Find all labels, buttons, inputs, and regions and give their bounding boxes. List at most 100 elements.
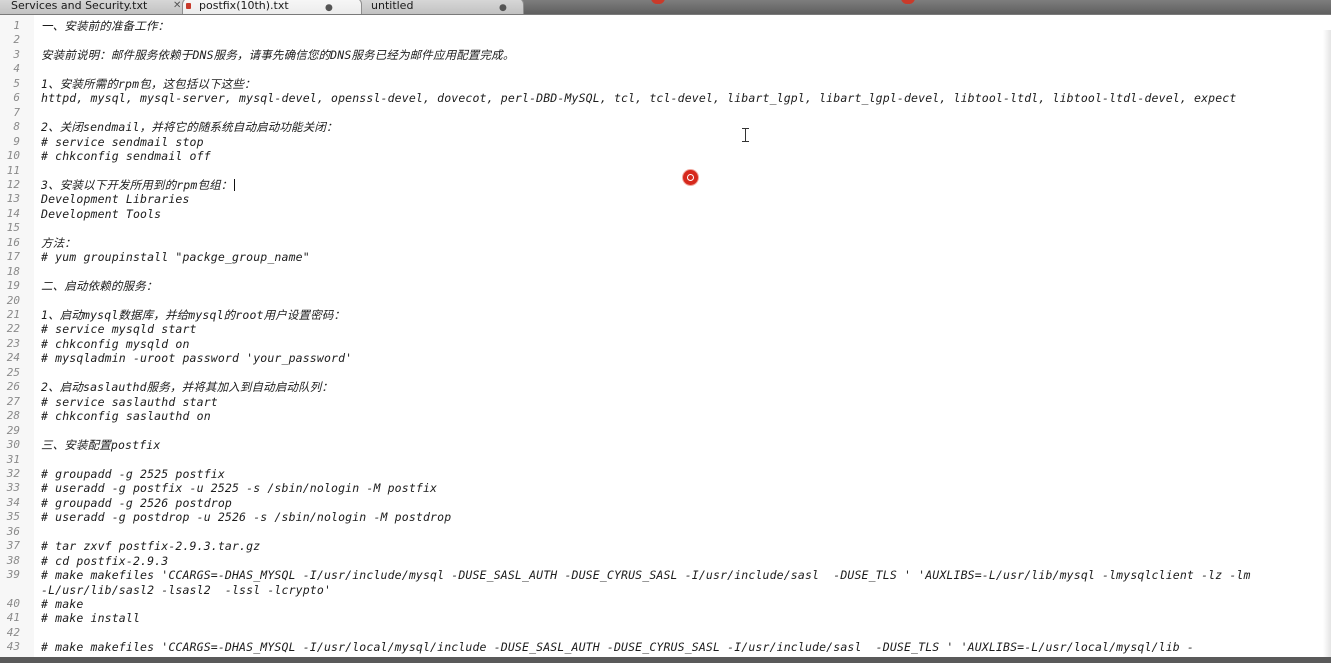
line-text: # make makefiles 'CCARGS=-DHAS_MYSQL -I/… — [41, 568, 1251, 583]
line-text: # cd postfix-2.9.3 — [41, 553, 169, 568]
line-text: -L/usr/lib/sasl2 -lsasl2 -lssl -lcrypto' — [41, 582, 332, 597]
line-text: # useradd -g postdrop -u 2526 -s /sbin/n… — [41, 510, 452, 525]
editor-line[interactable]: 25 — [0, 366, 1331, 381]
line-text: 方法： — [41, 235, 76, 250]
editor-line[interactable]: 26 2、启动saslauthd服务，并将其加入到自动启动队列： — [0, 380, 1331, 395]
editor-line[interactable]: 15 — [0, 221, 1331, 236]
line-text: 2、启动saslauthd服务，并将其加入到自动启动队列： — [41, 380, 334, 395]
tab-untitled[interactable]: untitled ● — [354, 0, 524, 14]
editor-line[interactable]: 16 方法： — [0, 236, 1331, 251]
editor-line[interactable]: 5 1、安装所需的rpm包，这包括以下这些： — [0, 77, 1331, 92]
editor-line[interactable]: 4 — [0, 62, 1331, 77]
ibeam-cursor-icon — [742, 128, 750, 142]
line-text: 三、安装配置postfix — [41, 438, 161, 453]
editor-line[interactable]: 28 # chkconfig saslauthd on — [0, 409, 1331, 424]
line-number: 40 — [6, 597, 20, 610]
line-number: 9 — [13, 134, 20, 148]
editor-line[interactable]: 10 # chkconfig sendmail off — [0, 149, 1331, 164]
text-caret — [234, 178, 236, 191]
line-number: 42 — [6, 625, 20, 639]
line-number: 28 — [6, 409, 20, 423]
line-number: 13 — [6, 192, 20, 206]
editor-line[interactable]: 24 # mysqladmin -uroot password 'your_pas… — [0, 351, 1331, 366]
editor-line[interactable]: 27 # service saslauthd start — [0, 395, 1331, 410]
editor-line[interactable]: 43 # make makefiles 'CCARGS=-DHAS_MYSQL -… — [0, 640, 1331, 655]
tab-services-and-security[interactable]: Services and Security.txt ✕ — [0, 0, 190, 14]
line-number: 38 — [6, 553, 20, 567]
line-text: 一、安装前的准备工作： — [41, 19, 170, 33]
editor-line[interactable]: 38 # cd postfix-2.9.3 — [0, 554, 1331, 569]
line-number: 19 — [6, 279, 20, 293]
line-text: # make — [41, 597, 84, 611]
editor-line[interactable]: 11 — [0, 164, 1331, 179]
editor-line[interactable]: 42 — [0, 626, 1331, 641]
line-text: 3、安装以下开发所用到的rpm包组： — [41, 178, 236, 193]
editor-line[interactable]: 13 Development Libraries — [0, 192, 1331, 207]
editor-line[interactable]: 23 # chkconfig mysqld on — [0, 337, 1331, 352]
line-number: 16 — [6, 235, 20, 249]
line-number: 36 — [6, 524, 20, 538]
record-icon[interactable] — [683, 170, 698, 185]
line-number: 20 — [6, 293, 20, 307]
tab-label: postfix(10th).txt — [199, 0, 289, 12]
editor-line[interactable]: 29 — [0, 424, 1331, 439]
editor-window: Services and Security.txt ✕ postfix(10th… — [0, 0, 1331, 663]
editor-line[interactable]: 34 # groupadd -g 2526 postdrop — [0, 496, 1331, 511]
editor-line[interactable]: 22 # service mysqld start — [0, 322, 1331, 337]
editor-line[interactable]: 40 # make — [0, 597, 1331, 612]
tab-bar-empty-area — [520, 0, 1331, 14]
unsaved-dot-icon[interactable]: ● — [499, 1, 507, 14]
unsaved-dot-icon[interactable]: ● — [325, 1, 333, 14]
line-text: # chkconfig mysqld on — [41, 336, 190, 351]
line-number: 14 — [6, 206, 20, 220]
editor-line[interactable]: 8 2、关闭sendmail，并将它的随系统自动启动功能关闭： — [0, 120, 1331, 135]
editor-line[interactable]: 17 # yum groupinstall "packge_group_name" — [0, 250, 1331, 265]
text-editor[interactable]: 1 一、安装前的准备工作： 2 3 安装前说明：邮件服务依赖于DNS服务，请事先确信您的… — [0, 15, 1331, 657]
editor-line[interactable]: 35 # useradd -g postdrop -u 2526 -s /sbin… — [0, 510, 1331, 525]
line-number: 1 — [13, 19, 20, 32]
editor-line[interactable]: 6 httpd, mysql, mysql-server, mysql-devel… — [0, 91, 1331, 106]
editor-line[interactable]: 41 # make install — [0, 611, 1331, 626]
editor-line[interactable]: 9 # service sendmail stop — [0, 135, 1331, 150]
line-number: 32 — [6, 466, 20, 480]
line-number: 34 — [6, 495, 20, 509]
line-text: httpd, mysql, mysql-server, mysql-devel,… — [41, 91, 1237, 106]
editor-line[interactable]: 30 三、安装配置postfix — [0, 438, 1331, 453]
editor-line[interactable]: 14 Development Tools — [0, 207, 1331, 222]
tab-bar: Services and Security.txt ✕ postfix(10th… — [0, 0, 1331, 15]
editor-line[interactable]: 32 # groupadd -g 2525 postfix — [0, 467, 1331, 482]
editor-line[interactable]: 20 — [0, 294, 1331, 309]
editor-line[interactable]: -L/usr/lib/sasl2 -lsasl2 -lssl -lcrypto' — [0, 583, 1331, 598]
line-number: 22 — [6, 322, 20, 336]
editor-line[interactable]: 19 二、启动依赖的服务： — [0, 279, 1331, 294]
line-text: 1、安装所需的rpm包，这包括以下这些： — [41, 76, 256, 91]
close-icon[interactable]: ✕ — [173, 0, 181, 13]
line-number: 37 — [6, 539, 20, 553]
editor-line[interactable]: 1 一、安装前的准备工作： — [0, 19, 1331, 34]
line-number: 5 — [13, 76, 20, 90]
editor-line[interactable]: 39 # make makefiles 'CCARGS=-DHAS_MYSQL -… — [0, 568, 1331, 583]
editor-line[interactable]: 31 — [0, 453, 1331, 468]
editor-line[interactable]: 18 — [0, 265, 1331, 280]
editor-line[interactable]: 21 1、启动mysql数据库，并给mysql的root用户设置密码： — [0, 308, 1331, 323]
line-number: 12 — [6, 177, 20, 191]
editor-line[interactable]: 37 # tar zxvf postfix-2.9.3.tar.gz — [0, 539, 1331, 554]
line-number: 21 — [6, 308, 20, 321]
line-text: # make install — [41, 611, 141, 626]
editor-line[interactable]: 36 — [0, 525, 1331, 540]
line-text: # chkconfig sendmail off — [41, 149, 211, 164]
line-number: 4 — [13, 62, 20, 76]
editor-line[interactable]: 2 — [0, 33, 1331, 48]
tab-label: untitled — [371, 0, 414, 12]
red-marker-icon — [651, 0, 665, 4]
line-text: # yum groupinstall "packge_group_name" — [41, 250, 310, 265]
line-text: # chkconfig saslauthd on — [41, 409, 211, 424]
line-text: # service sendmail stop — [41, 134, 204, 149]
line-number: 17 — [6, 250, 20, 264]
line-text: # groupadd -g 2526 postdrop — [41, 495, 232, 510]
tab-postfix-10th[interactable]: postfix(10th).txt ● — [182, 0, 362, 14]
editor-line[interactable]: 7 — [0, 106, 1331, 121]
editor-line[interactable]: 33 # useradd -g postfix -u 2525 -s /sbin/… — [0, 481, 1331, 496]
editor-line[interactable]: 12 3、安装以下开发所用到的rpm包组： — [0, 178, 1331, 193]
editor-line[interactable]: 3 安装前说明：邮件服务依赖于DNS服务，请事先确信您的DNS服务已经为邮件应用配… — [0, 48, 1331, 63]
